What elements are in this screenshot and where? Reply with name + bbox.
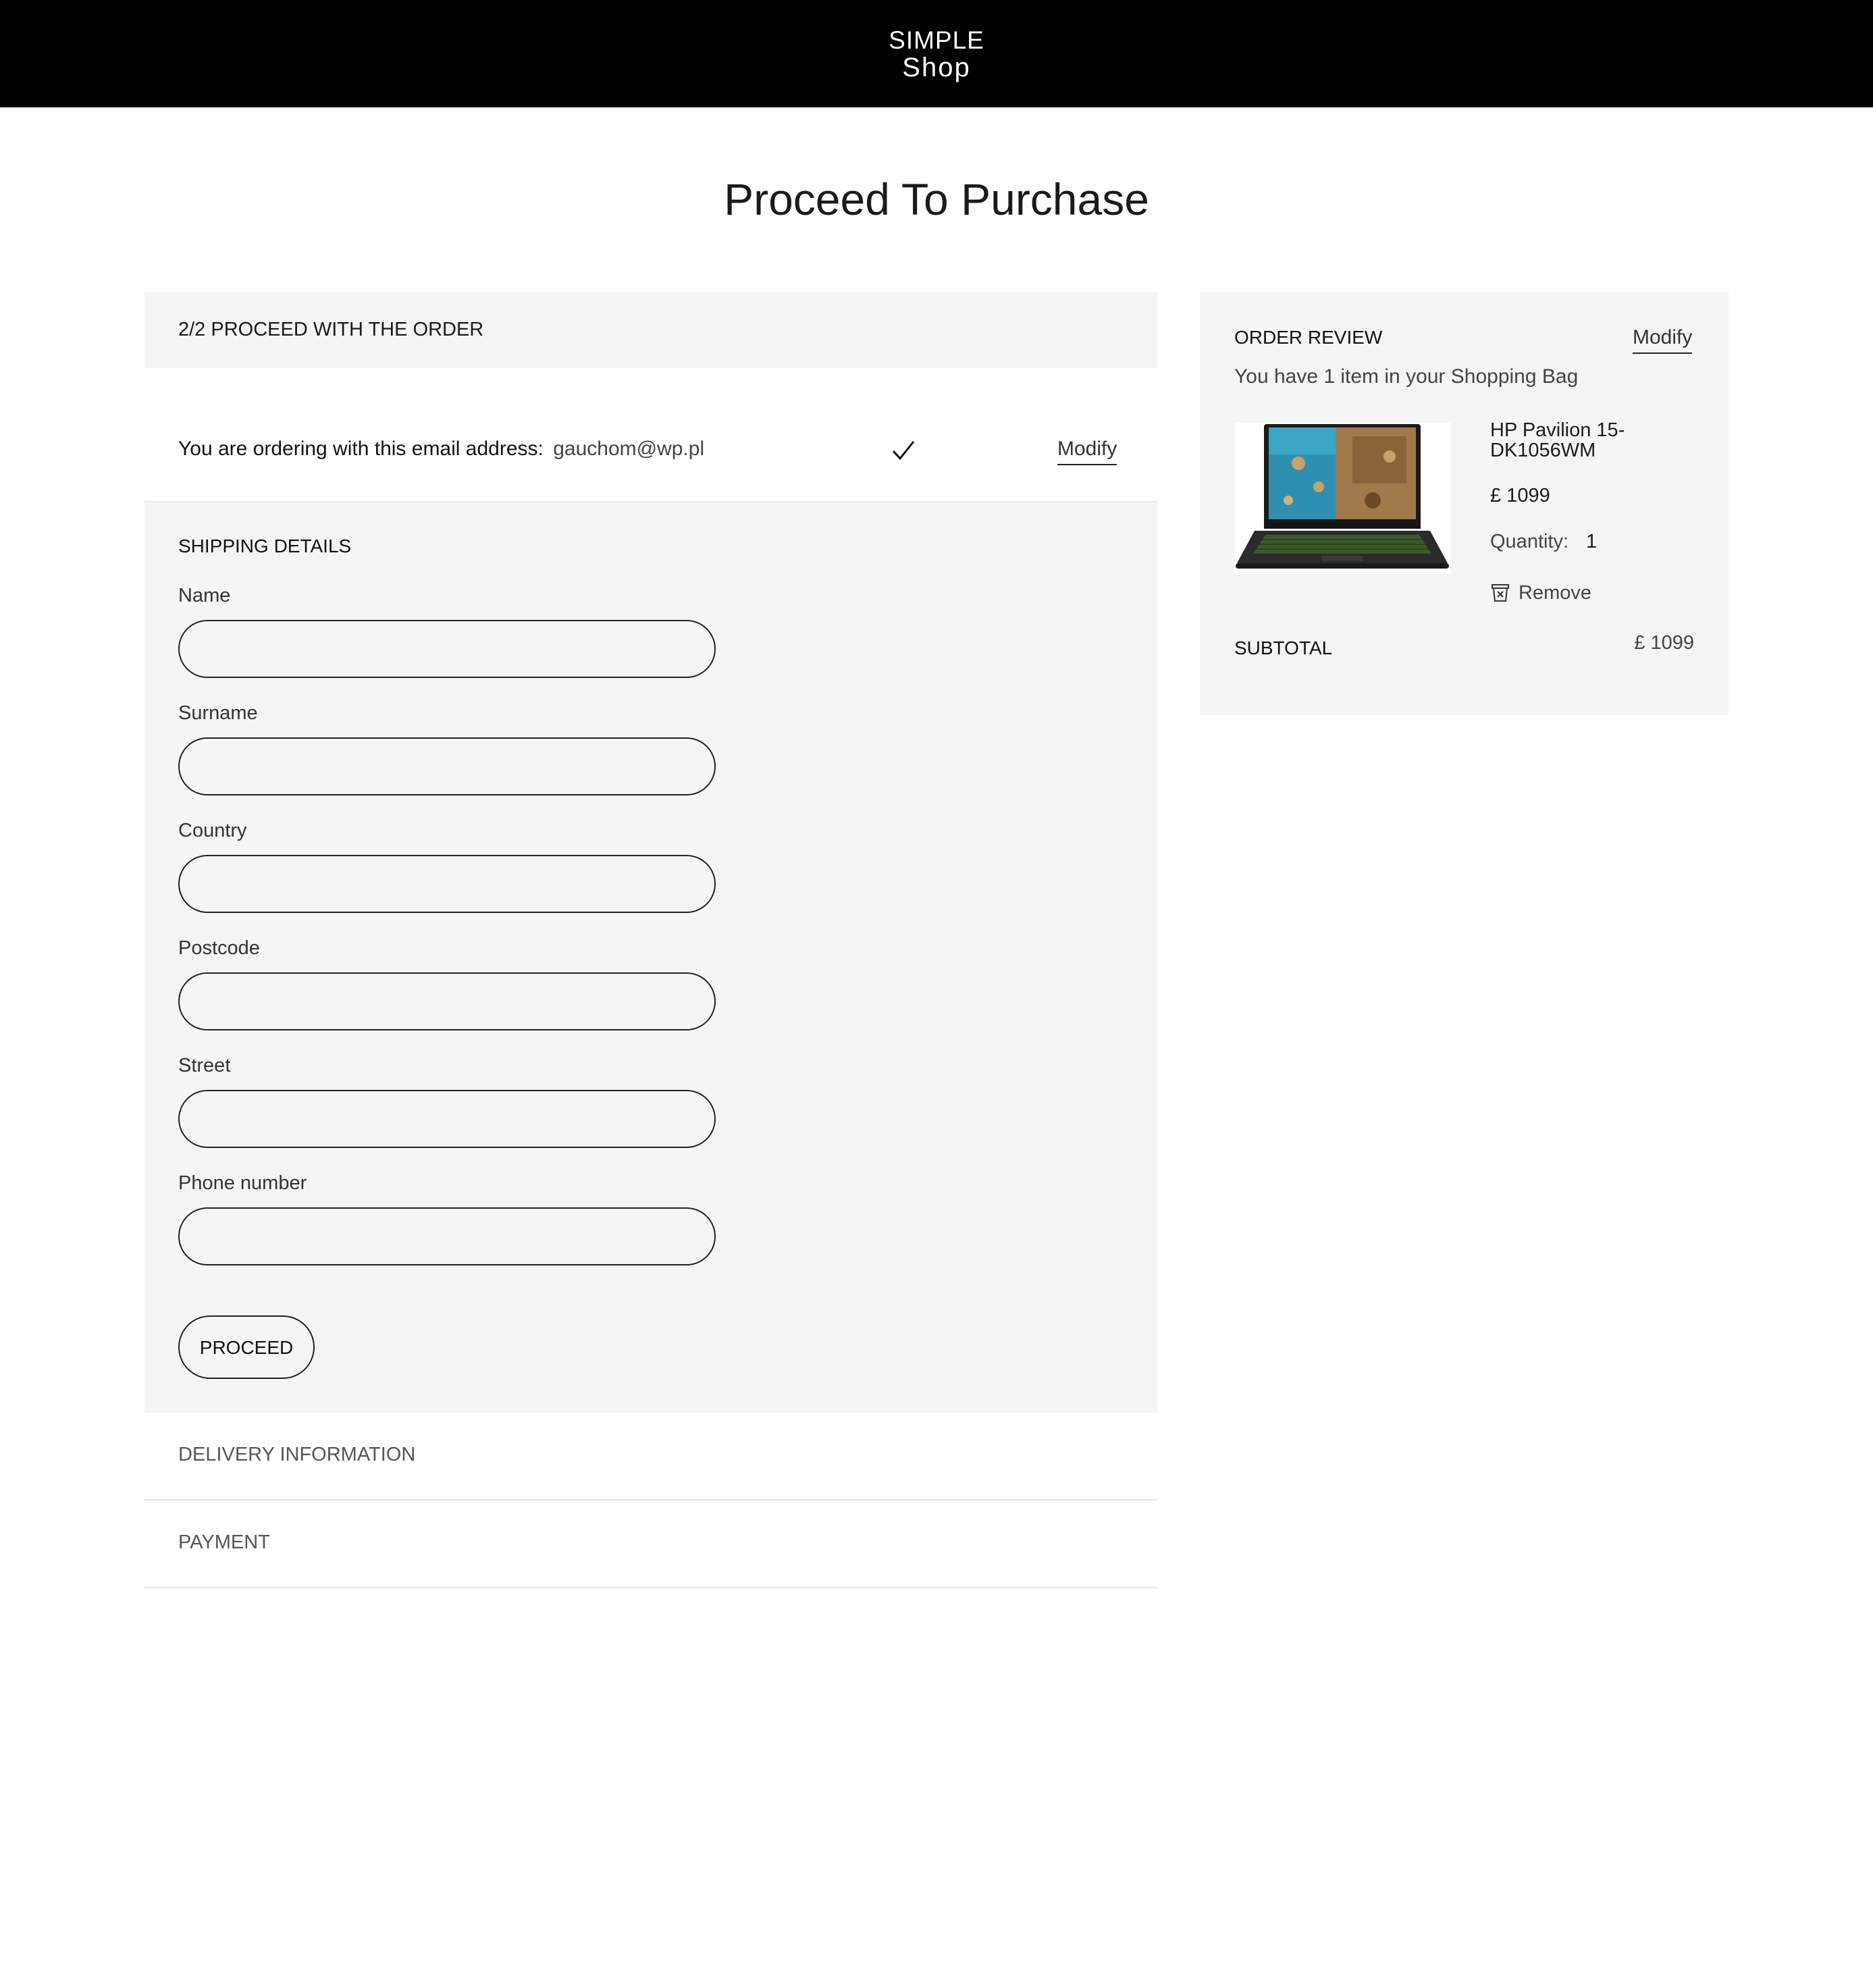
check-icon: [892, 441, 915, 461]
step-label: 2/2 PROCEED WITH THE ORDER: [178, 319, 484, 340]
page-title: Proceed To Purchase: [724, 174, 1149, 224]
country-input[interactable]: [178, 855, 716, 913]
subtotal-value: £ 1099: [1634, 632, 1694, 654]
street-label: Street: [178, 1055, 231, 1076]
quantity-label: Quantity:: [1490, 531, 1569, 552]
shipping-title: SHIPPING DETAILS: [178, 535, 352, 556]
email-text: You are ordering with this email address…: [178, 435, 704, 463]
shipping-details-section: SHIPPING DETAILS Name Surname Country Po…: [144, 501, 1157, 1414]
delivery-information-label: DELIVERY INFORMATION: [178, 1444, 416, 1465]
product-price: £ 1099: [1490, 485, 1550, 506]
email-confirmation: You are ordering with this email address…: [144, 405, 1157, 501]
subtotal-label: SUBTOTAL: [1234, 637, 1333, 658]
surname-label: Surname: [178, 702, 258, 724]
quantity-value: 1: [1586, 531, 1598, 552]
phone-label: Phone number: [178, 1172, 307, 1194]
payment-section[interactable]: PAYMENT: [144, 1500, 1157, 1588]
site-header: SIMPLE Shop: [0, 0, 1873, 107]
name-label: Name: [178, 585, 231, 606]
order-review-title: ORDER REVIEW: [1234, 327, 1383, 348]
checkout-step-header: 2/2 PROCEED WITH THE ORDER: [144, 292, 1157, 368]
order-review-modify-link[interactable]: Modify: [1633, 324, 1693, 354]
product-image[interactable]: [1234, 423, 1450, 574]
order-review-panel: ORDER REVIEW Modify You have 1 item in y…: [1200, 292, 1729, 715]
name-input[interactable]: [178, 620, 716, 678]
postcode-label: Postcode: [178, 937, 260, 959]
trash-icon: [1492, 584, 1509, 602]
logo-subtitle[interactable]: Shop: [0, 53, 1873, 82]
logo[interactable]: SIMPLE: [0, 26, 1873, 55]
remove-label: Remove: [1519, 582, 1591, 604]
delivery-information-section[interactable]: DELIVERY INFORMATION: [144, 1413, 1157, 1500]
country-label: Country: [178, 820, 247, 841]
payment-label: PAYMENT: [178, 1532, 270, 1553]
email-modify-link[interactable]: Modify: [1057, 436, 1117, 465]
email-label: You are ordering with this email address…: [178, 438, 544, 460]
proceed-button[interactable]: PROCEED: [178, 1315, 315, 1379]
order-summary-text: You have 1 item in your Shopping Bag: [1234, 365, 1579, 388]
surname-input[interactable]: [178, 737, 716, 795]
phone-input[interactable]: [178, 1207, 716, 1265]
product-name[interactable]: HP Pavilion 15-DK1056WM: [1490, 420, 1666, 461]
street-input[interactable]: [178, 1090, 716, 1148]
email-value: gauchom@wp.pl: [553, 438, 705, 460]
postcode-input[interactable]: [178, 972, 716, 1030]
